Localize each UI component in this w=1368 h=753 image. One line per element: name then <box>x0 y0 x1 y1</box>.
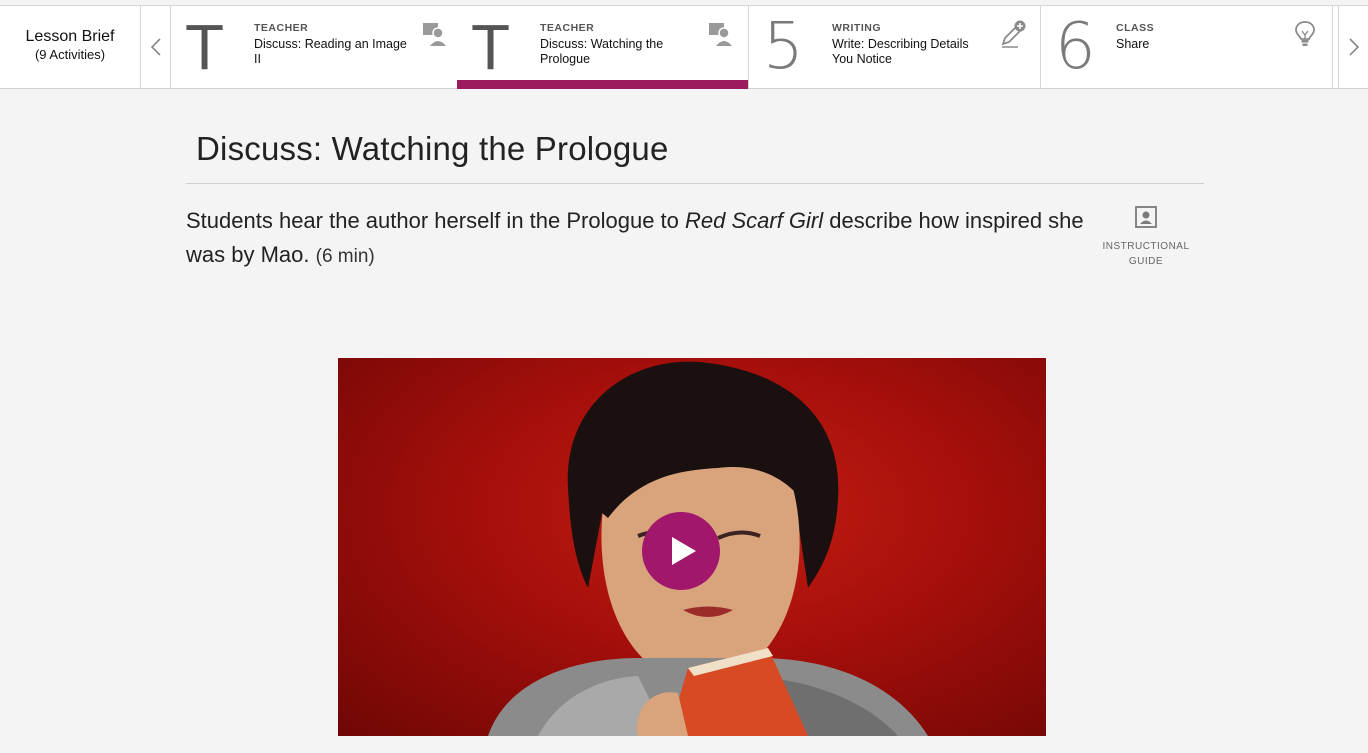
activity-title: Share <box>1116 37 1150 51</box>
play-icon <box>672 537 696 565</box>
teacher-icon <box>709 23 732 46</box>
instructional-guide-icon <box>1135 206 1157 228</box>
activity-kind: TEACHER <box>254 22 309 34</box>
video-player[interactable] <box>338 358 1046 736</box>
activity-marker: T <box>185 11 225 83</box>
lesson-brief-count: (9 Activities) <box>34 47 106 62</box>
previous-activities-button[interactable] <box>141 6 171 88</box>
activity-card-describing-details[interactable]: 5 WRITING Write: Describing Details You … <box>749 6 1041 88</box>
lightbulb-icon <box>1295 21 1315 46</box>
activity-kind: TEACHER <box>540 22 595 34</box>
activity-marker: 5 <box>763 10 804 84</box>
next-activities-button[interactable] <box>1338 6 1368 88</box>
activity-title: Discuss: Reading an Image II <box>254 37 407 66</box>
activity-card-watching-prologue[interactable]: T TEACHER Discuss: Watching the Prologue <box>457 6 749 89</box>
teacher-icon <box>423 23 446 46</box>
play-button[interactable] <box>642 512 720 590</box>
guide-label-line2: GUIDE <box>1128 256 1164 267</box>
pencil-plus-icon <box>1001 20 1026 48</box>
activity-kind: WRITING <box>832 22 881 34</box>
activity-kind: CLASS <box>1116 22 1155 34</box>
chevron-right-icon <box>1348 38 1359 56</box>
page-title: Discuss: Watching the Prologue <box>196 130 669 167</box>
activity-title: Write: Describing Details You Notice <box>832 37 969 66</box>
activity-marker: T <box>471 11 511 83</box>
guide-label-line1: INSTRUCTIONAL <box>1102 241 1190 252</box>
book-title: Red Scarf Girl <box>685 208 824 233</box>
lesson-brief-button[interactable]: Lesson Brief (9 Activities) <box>0 6 141 88</box>
activity-title: Discuss: Watching the Prologue <box>540 37 664 66</box>
activity-description: Students hear the author herself in the … <box>186 204 1096 274</box>
activity-duration: (6 min) <box>315 246 375 267</box>
description-text-before: Students hear the author herself in the … <box>186 208 685 233</box>
chevron-left-icon <box>150 38 161 56</box>
instructional-guide-button[interactable]: INSTRUCTIONAL GUIDE <box>1098 205 1194 269</box>
activity-card-reading-image[interactable]: T TEACHER Discuss: Reading an Image II <box>171 6 463 88</box>
activity-marker: 6 <box>1055 10 1096 84</box>
activity-strip: Lesson Brief (9 Activities) T TEACHER Di… <box>0 5 1368 89</box>
title-divider <box>186 183 1204 184</box>
lesson-brief-title: Lesson Brief <box>25 28 115 45</box>
activity-card-share[interactable]: 6 CLASS Share <box>1041 6 1333 88</box>
